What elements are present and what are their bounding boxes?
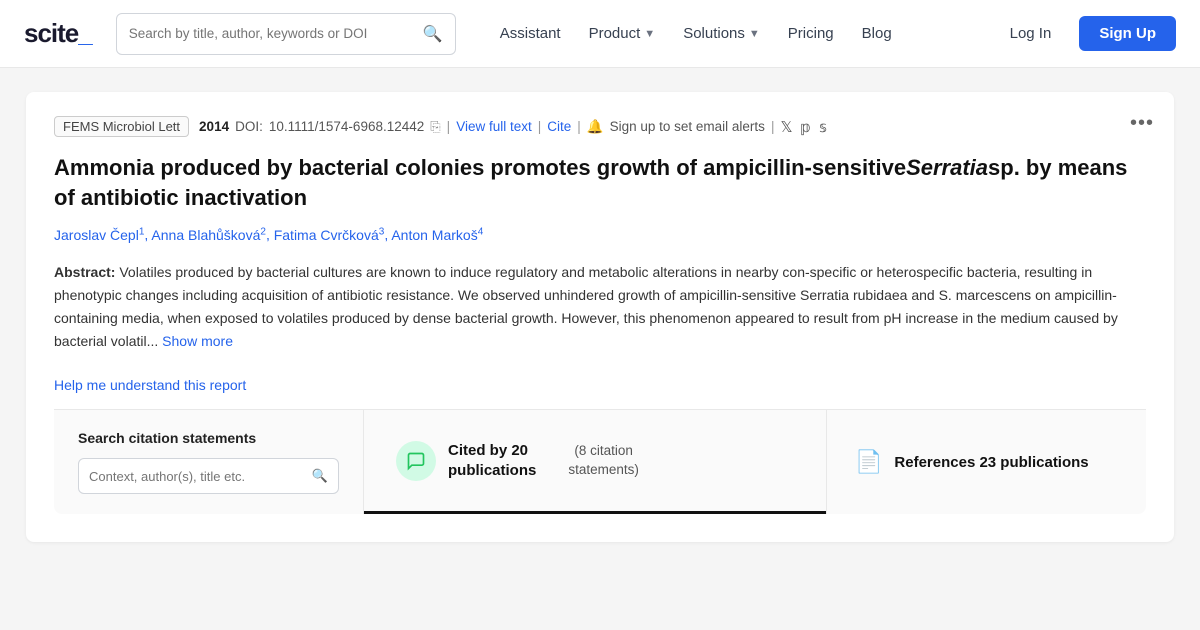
chat-bubble-icon [396, 441, 436, 481]
nav-links: Assistant Product ▼ Solutions ▼ Pricing … [488, 17, 994, 50]
linkedin-icon[interactable]: 𝕤 [819, 118, 827, 136]
nav-product[interactable]: Product ▼ [577, 17, 668, 50]
separator-1: | [447, 119, 451, 134]
search-input[interactable] [129, 26, 423, 41]
doi-value: 10.1111/1574-6968.12442 [269, 119, 424, 134]
view-full-text-link[interactable]: View full text [456, 119, 532, 134]
citation-search-icon: 🔍 [312, 468, 328, 484]
author-2[interactable]: Anna Blahůšková2 [151, 227, 266, 243]
citation-search-label: Search citation statements [78, 430, 339, 446]
navbar: scite_ 🔍 Assistant Product ▼ Solutions ▼… [0, 0, 1200, 68]
nav-assistant[interactable]: Assistant [488, 17, 573, 50]
search-bar: 🔍 [116, 13, 456, 55]
authors-list: Jaroslav Čepl1, Anna Blahůšková2, Fatima… [54, 226, 1146, 243]
separator-4: | [771, 119, 775, 134]
nav-blog[interactable]: Blog [850, 17, 904, 50]
bell-icon: 🔔 [587, 119, 604, 135]
article-year: 2014 [199, 119, 229, 134]
logo[interactable]: scite_ [24, 18, 92, 49]
references-label: References 23 publications [894, 454, 1088, 471]
citation-search-bar: 🔍 [78, 458, 339, 494]
article-title: Ammonia produced by bacterial colonies p… [54, 153, 1146, 212]
login-button[interactable]: Log In [994, 17, 1068, 50]
meta-line: FEMS Microbiol Lett 2014 DOI: 10.1111/15… [54, 116, 1146, 137]
author-4[interactable]: Anton Markoš4 [391, 227, 483, 243]
cited-by-panel[interactable]: Cited by 20 publications (8 citation sta… [364, 410, 826, 514]
alert-label[interactable]: Sign up to set email alerts [610, 119, 765, 134]
solutions-chevron-icon: ▼ [749, 28, 760, 40]
show-more-link[interactable]: Show more [162, 333, 233, 349]
doi-label: DOI: [235, 119, 263, 134]
page-content: ••• FEMS Microbiol Lett 2014 DOI: 10.111… [10, 68, 1190, 542]
abstract-label: Abstract: [54, 264, 115, 280]
separator-2: | [538, 119, 542, 134]
document-icon: 📄 [855, 449, 882, 475]
nav-pricing[interactable]: Pricing [776, 17, 846, 50]
help-link[interactable]: Help me understand this report [54, 377, 246, 393]
signup-button[interactable]: Sign Up [1079, 16, 1176, 51]
journal-badge: FEMS Microbiol Lett [54, 116, 189, 137]
author-1[interactable]: Jaroslav Čepl1 [54, 227, 144, 243]
social-links: 𝕏 𝕡 𝕤 [780, 118, 827, 136]
cited-by-section: Cited by 20 publications (8 citation sta… [396, 441, 639, 481]
facebook-icon[interactable]: 𝕡 [801, 118, 812, 136]
more-options-button[interactable]: ••• [1130, 112, 1154, 135]
citation-search-panel: Search citation statements 🔍 [54, 410, 364, 514]
citation-search-input[interactable] [89, 469, 312, 484]
citation-statements: (8 citation statements) [568, 442, 639, 480]
search-icon: 🔍 [423, 24, 443, 44]
product-chevron-icon: ▼ [644, 28, 655, 40]
nav-auth: Log In Sign Up [994, 16, 1176, 51]
bottom-section: Search citation statements 🔍 Cited by 20 [54, 409, 1146, 514]
references-panel[interactable]: 📄 References 23 publications [826, 410, 1146, 514]
nav-solutions[interactable]: Solutions ▼ [671, 17, 772, 50]
cite-link[interactable]: Cite [547, 119, 571, 134]
twitter-icon[interactable]: 𝕏 [780, 118, 792, 136]
separator-3: | [577, 119, 581, 134]
abstract: Abstract: Volatiles produced by bacteria… [54, 261, 1146, 353]
copy-icon[interactable]: ⎘ [430, 119, 440, 135]
cited-by-count: Cited by 20 publications [448, 441, 536, 480]
author-3[interactable]: Fatima Cvrčková3 [274, 227, 385, 243]
article-card: ••• FEMS Microbiol Lett 2014 DOI: 10.111… [26, 92, 1174, 542]
